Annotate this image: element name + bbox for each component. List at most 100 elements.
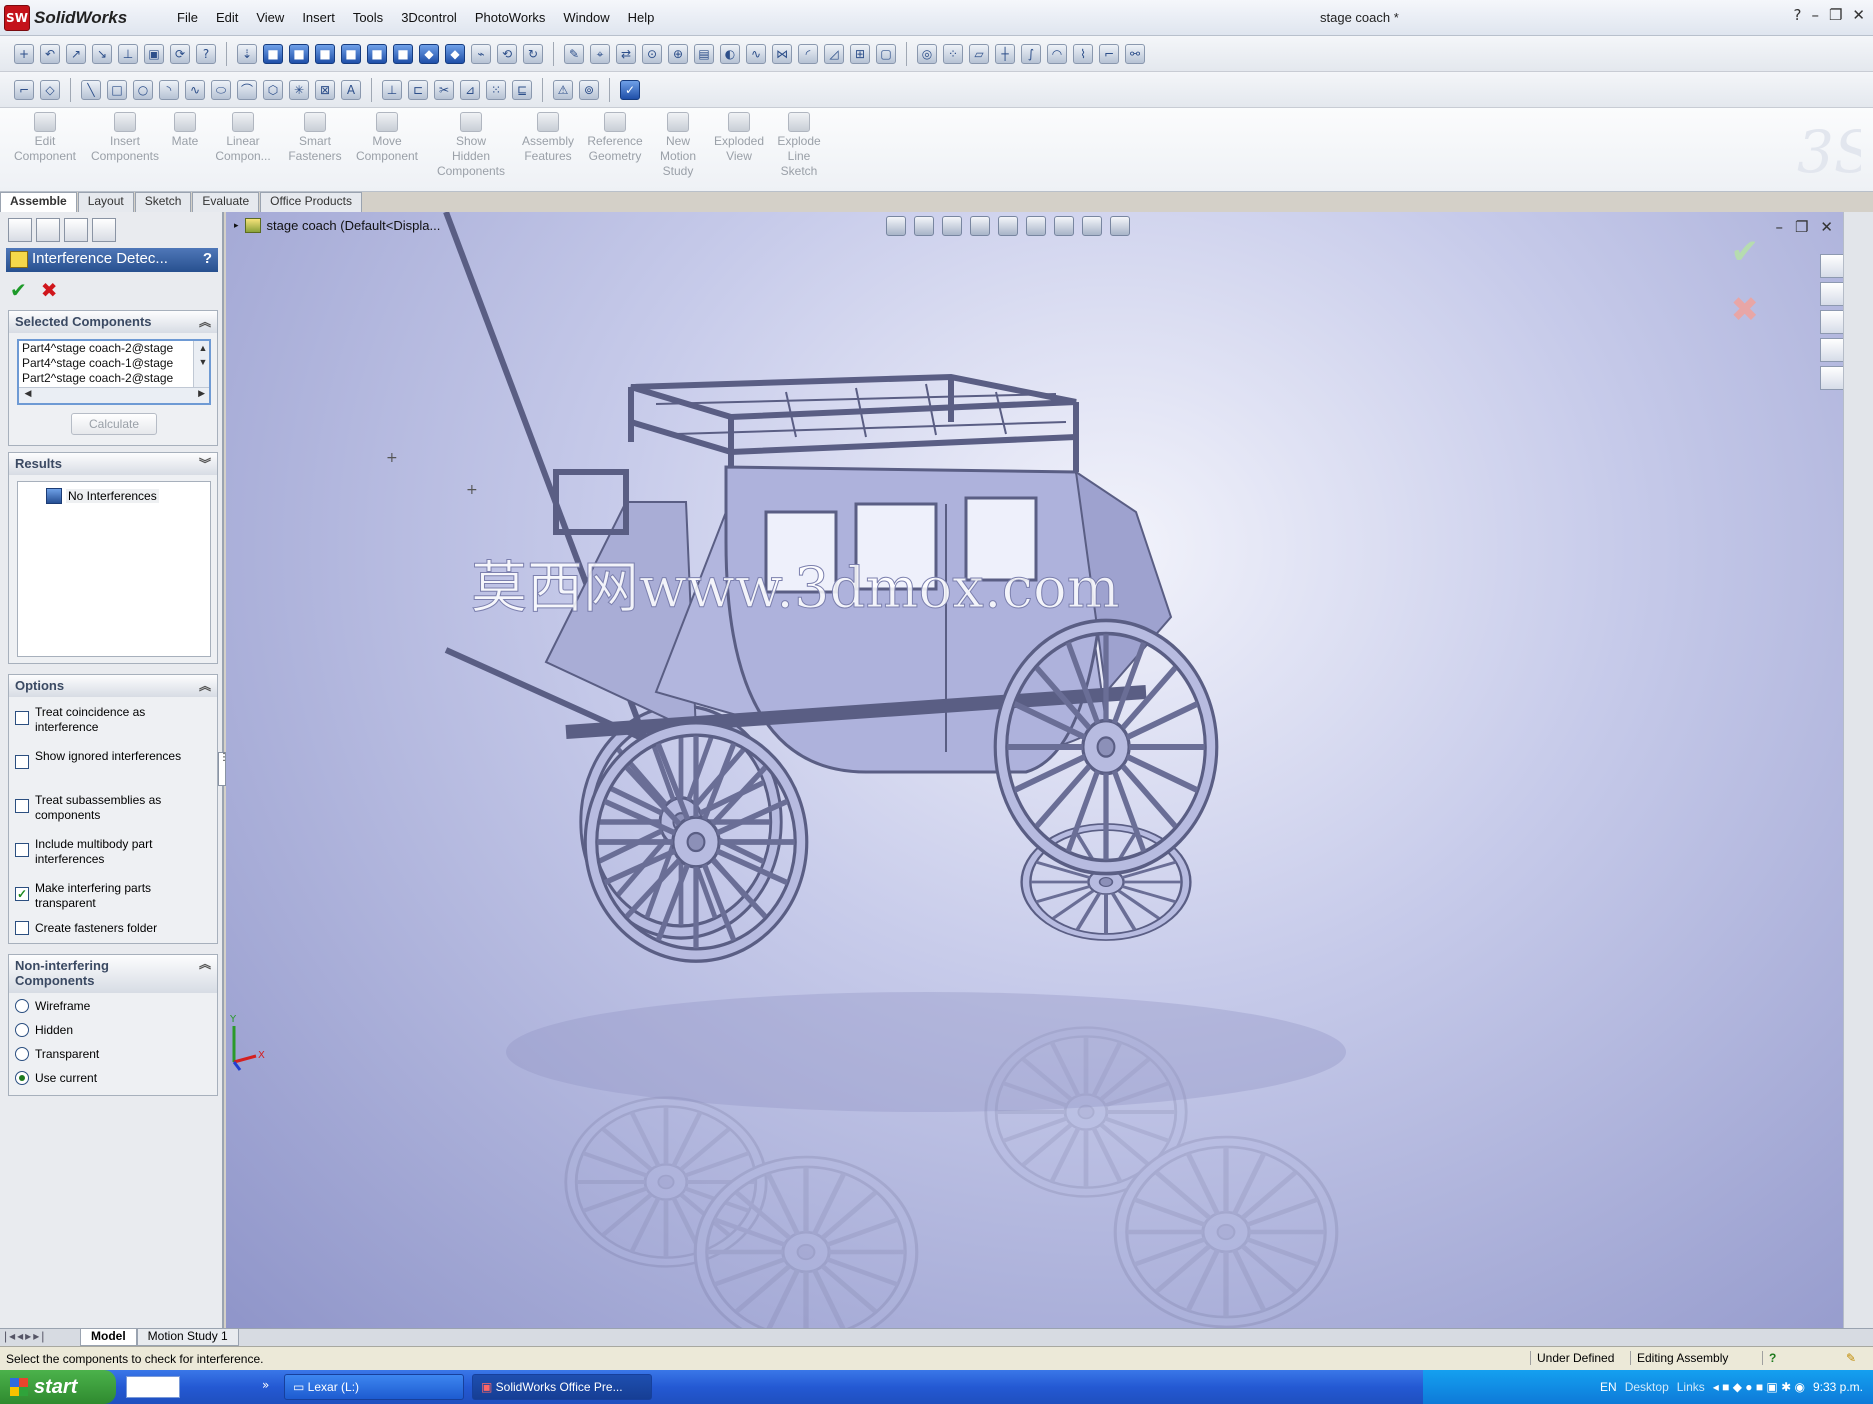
menu-edit[interactable]: Edit <box>207 8 247 27</box>
quicklaunch-chevron-icon[interactable]: » <box>262 1378 269 1392</box>
checkbox[interactable] <box>15 799 29 813</box>
list-item[interactable]: Part4^stage coach-2@stage <box>19 341 209 356</box>
rectangle-icon[interactable]: □ <box>107 79 127 100</box>
checkbox-checked[interactable]: ✓ <box>15 887 29 901</box>
list-item[interactable]: Part2^stage coach-2@stage <box>19 371 209 386</box>
checkbox[interactable] <box>15 921 29 935</box>
knit-icon[interactable]: ⌇ <box>1073 43 1093 64</box>
option-show-ignored[interactable]: Show ignored interferences <box>15 749 211 769</box>
option-fasteners-folder[interactable]: Create fasteners folder <box>15 921 211 936</box>
plane-icon[interactable]: ▱ <box>969 43 989 64</box>
radio-button[interactable] <box>15 1047 29 1061</box>
fillet-icon[interactable]: ◜ <box>798 43 818 64</box>
graphics-area[interactable]: ▸ stage coach (Default<Displa... – ❐ ✕ ✔… <box>226 212 1843 1330</box>
menu-photoworks[interactable]: PhotoWorks <box>466 8 555 27</box>
tab-office-products[interactable]: Office Products <box>260 192 362 212</box>
selected-components-header[interactable]: Selected Components ︽ <box>9 311 217 333</box>
sketch-pattern-icon[interactable]: ⁙ <box>486 79 506 100</box>
link-icon[interactable]: ⌁ <box>471 43 491 64</box>
pm-cancel-button[interactable]: ✖ <box>41 278 58 302</box>
non-interfering-header[interactable]: Non-interfering Components ︽ <box>9 955 217 993</box>
tab-navigation-arrows[interactable]: |◂◂▸▸| <box>0 1329 80 1346</box>
close-button[interactable]: ✕ <box>1852 6 1865 24</box>
view-trimetric-icon[interactable]: ◆ <box>445 43 465 64</box>
assembly-features-button[interactable]: Assembly Features <box>513 112 583 164</box>
tab-sketch[interactable]: Sketch <box>134 192 192 212</box>
checkbox[interactable] <box>15 843 29 857</box>
stage-coach-model[interactable]: 莫西网www.3dmox.com + + Y X <box>226 212 1843 1330</box>
polygon-icon[interactable]: ⬡ <box>263 79 283 100</box>
relations-icon[interactable]: ⊑ <box>512 79 532 100</box>
smart-dimension-icon[interactable]: ⌖ <box>590 43 610 64</box>
construction-icon[interactable]: ⊏ <box>408 79 428 100</box>
options-header[interactable]: Options ︽ <box>9 675 217 697</box>
vertical-scrollbar[interactable]: ▲ ▼ <box>193 341 209 389</box>
arc-icon[interactable]: ↶ <box>40 43 60 64</box>
sketch-point-icon[interactable]: ✳ <box>289 79 309 100</box>
view-front-icon[interactable]: ■ <box>263 43 283 64</box>
address-box[interactable] <box>126 1376 180 1398</box>
reference-geometry-button[interactable]: Reference Geometry <box>580 112 650 164</box>
repair-sketch-icon[interactable]: ⚠ <box>553 79 573 100</box>
option-transparent[interactable]: ✓ Make interfering parts transparent <box>15 881 211 911</box>
radio-wireframe[interactable]: Wireframe <box>15 999 211 1014</box>
radio-transparent[interactable]: Transparent <box>15 1047 211 1062</box>
edit-component-button[interactable]: Edit Component <box>10 112 80 164</box>
configuration-manager-tab-icon[interactable] <box>64 218 88 242</box>
revolve-icon[interactable]: ◐ <box>720 43 740 64</box>
sheetmetal-icon[interactable]: ⌐ <box>1099 43 1119 64</box>
rotate-icon[interactable]: ↻ <box>523 43 543 64</box>
tab-layout[interactable]: Layout <box>77 192 134 212</box>
dimxpert-tab-icon[interactable] <box>92 218 116 242</box>
checkbox[interactable] <box>15 755 29 769</box>
trim-icon[interactable]: ↘ <box>92 43 112 64</box>
extrude-icon[interactable]: ▤ <box>694 43 714 64</box>
loft-icon[interactable]: ⋈ <box>772 43 792 64</box>
hole-icon[interactable]: ◎ <box>917 43 937 64</box>
shell-icon[interactable]: ▢ <box>876 43 896 64</box>
sketch-fillet-icon[interactable]: ⌒ <box>237 79 257 100</box>
radio-use-current[interactable]: Use current <box>15 1071 211 1086</box>
menu-insert[interactable]: Insert <box>293 8 344 27</box>
status-help-icon[interactable]: ? <box>1762 1351 1776 1365</box>
results-list[interactable]: No Interferences <box>17 481 211 657</box>
image-icon[interactable]: ▣ <box>144 43 164 64</box>
ellipse-icon[interactable]: ⬭ <box>211 79 231 100</box>
tab-evaluate[interactable]: Evaluate <box>192 192 260 212</box>
grid-icon[interactable]: ⊠ <box>315 79 335 100</box>
calculate-button[interactable]: Calculate <box>71 413 157 435</box>
radio-hidden[interactable]: Hidden <box>15 1023 211 1038</box>
start-button[interactable]: start <box>0 1370 116 1404</box>
app-logo[interactable]: SW SolidWorks <box>4 4 154 32</box>
view-right-icon[interactable]: ■ <box>341 43 361 64</box>
radio-button[interactable] <box>15 999 29 1013</box>
option-multibody[interactable]: Include multibody part interferences <box>15 837 211 867</box>
result-item[interactable]: No Interferences <box>46 488 159 504</box>
new-motion-study-button[interactable]: New Motion Study <box>643 112 713 179</box>
curve-icon[interactable]: ∫ <box>1021 43 1041 64</box>
pm-ok-button[interactable]: ✔ <box>10 278 27 302</box>
home-icon[interactable] <box>1820 254 1844 278</box>
dimension-icon[interactable]: ⊿ <box>460 79 480 100</box>
property-manager-tab-icon[interactable] <box>36 218 60 242</box>
view-back-icon[interactable]: ■ <box>289 43 309 64</box>
sketch-icon[interactable]: ⌐ <box>14 79 34 100</box>
menu-window[interactable]: Window <box>554 8 618 27</box>
pattern-icon[interactable]: ⁘ <box>943 43 963 64</box>
results-header[interactable]: Results ︾ <box>9 453 217 475</box>
checkbox[interactable] <box>15 711 29 725</box>
rebuild-icon[interactable]: ⟳ <box>170 43 190 64</box>
option-subassemblies[interactable]: Treat subassemblies as components <box>15 793 211 823</box>
minimize-button[interactable]: – <box>1811 6 1819 24</box>
option-coincidence[interactable]: Treat coincidence as interference <box>15 705 211 735</box>
anchor-icon[interactable]: ⊥ <box>118 43 138 64</box>
links-toolbar[interactable]: Links <box>1677 1380 1705 1394</box>
rib-icon[interactable]: ⊞ <box>850 43 870 64</box>
menu-tools[interactable]: Tools <box>344 8 392 27</box>
appearances-icon[interactable] <box>1820 366 1844 390</box>
view-iso-icon[interactable]: ◆ <box>419 43 439 64</box>
help-button[interactable]: ? <box>1794 6 1802 24</box>
taskbar-item-solidworks[interactable]: ▣ SolidWorks Office Pre... <box>472 1374 652 1400</box>
view-top-icon[interactable]: ■ <box>367 43 387 64</box>
restore-button[interactable]: ❐ <box>1829 6 1842 24</box>
